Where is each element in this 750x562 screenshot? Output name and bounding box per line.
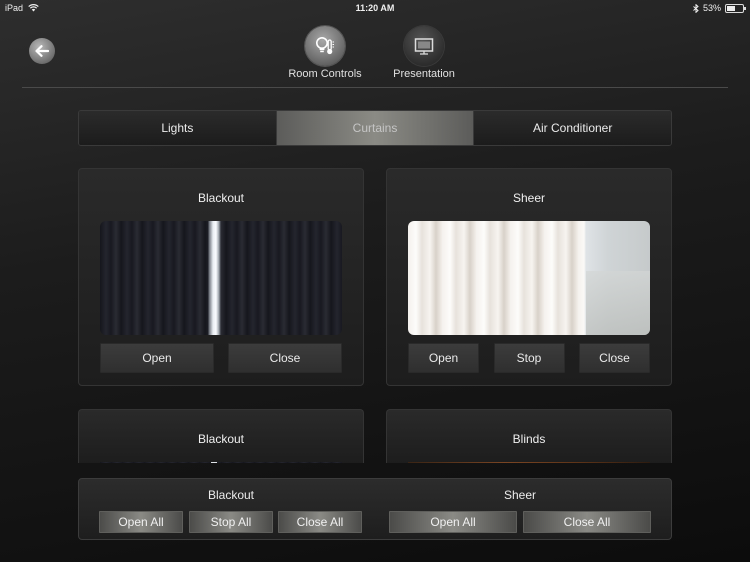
arrow-left-icon <box>35 45 49 57</box>
back-button[interactable] <box>29 38 55 64</box>
blackout-open-all-button[interactable]: Open All <box>99 511 183 533</box>
blackout-curtain-panel-2: Blackout <box>78 409 364 463</box>
panel-title: Sheer <box>512 191 546 205</box>
group-controls-bar: Blackout Open All Stop All Close All She… <box>78 478 672 540</box>
lightbulb-thermometer-icon <box>316 37 334 55</box>
presentation-button[interactable] <box>404 26 444 66</box>
header-divider <box>22 87 728 88</box>
nav-label: Room Controls <box>288 68 362 80</box>
blackout-stop-all-button[interactable]: Stop All <box>189 511 273 533</box>
battery-level <box>727 5 735 11</box>
tab-curtains[interactable]: Curtains <box>276 111 475 145</box>
tab-air-conditioner[interactable]: Air Conditioner <box>474 111 671 145</box>
tab-lights[interactable]: Lights <box>79 111 277 145</box>
blackout-close-button[interactable]: Close <box>228 343 342 373</box>
blackout-close-all-button[interactable]: Close All <box>278 511 362 533</box>
room-controls-button[interactable] <box>305 26 345 66</box>
nav-room-controls[interactable]: Room Controls <box>280 26 370 80</box>
blinds-image <box>408 462 650 463</box>
battery-percent: 53% <box>702 3 721 13</box>
blackout-open-button[interactable]: Open <box>100 343 214 373</box>
nav-presentation[interactable]: Presentation <box>379 26 469 80</box>
panel-title: Blackout <box>197 191 245 205</box>
sheer-stop-button[interactable]: Stop <box>493 343 565 373</box>
sheer-curtain-panel: Sheer Open Stop Close <box>386 168 672 386</box>
projector-screen-icon <box>414 38 434 55</box>
nav-label: Presentation <box>393 68 455 80</box>
sheer-open-button[interactable]: Open <box>408 343 479 373</box>
sheer-open-all-button[interactable]: Open All <box>389 511 517 533</box>
blackout-curtain-panel: Blackout Open Close <box>78 168 364 386</box>
blackout-curtain-image <box>100 221 342 335</box>
status-bar: iPad 11:20 AM 53% <box>0 0 750 16</box>
panel-title: Blackout <box>197 432 245 446</box>
blinds-panel: Blinds <box>386 409 672 463</box>
battery-icon <box>725 3 746 13</box>
sheer-close-all-button[interactable]: Close All <box>523 511 651 533</box>
sheer-close-button[interactable]: Close <box>579 343 650 373</box>
blackout-curtain-image <box>100 462 342 463</box>
category-tabs: Lights Curtains Air Conditioner <box>78 110 672 146</box>
blackout-group-label: Blackout <box>207 488 255 502</box>
panel-title: Blinds <box>512 432 546 446</box>
sheer-curtain-image <box>408 221 650 335</box>
clock: 11:20 AM <box>355 3 395 13</box>
sheer-group-label: Sheer <box>503 488 537 502</box>
bluetooth-icon <box>693 3 699 13</box>
